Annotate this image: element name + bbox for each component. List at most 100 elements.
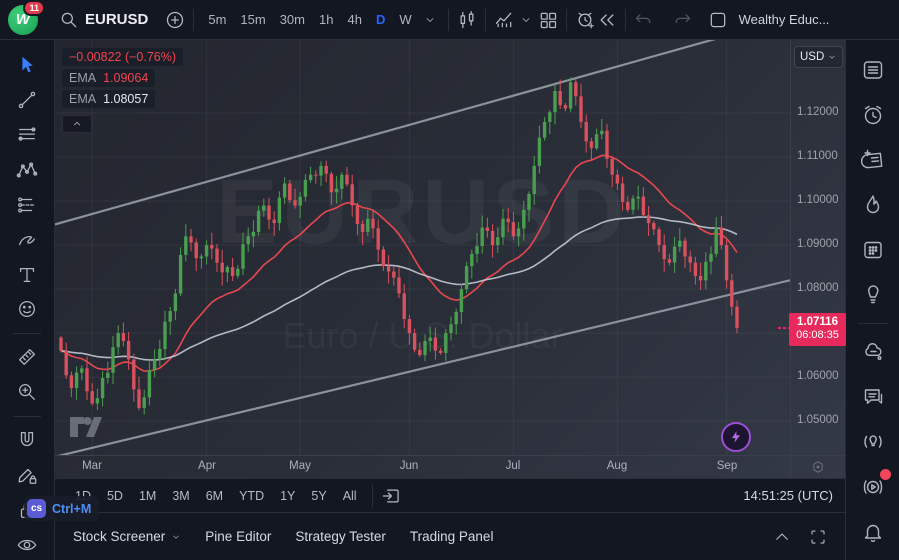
extension-flash-badge[interactable] xyxy=(721,422,751,452)
interval-1d[interactable]: D xyxy=(369,8,392,31)
notifications-bell-icon[interactable] xyxy=(853,512,893,552)
ema-fast-label: EMA xyxy=(69,71,96,85)
interval-15m[interactable]: 15m xyxy=(233,8,272,31)
price-axis[interactable]: USD 1.050001.060001.070001.080001.090001… xyxy=(790,40,845,455)
last-price-value: 1.07116 xyxy=(789,315,846,329)
price-change-row[interactable]: −0.00822 (−0.76%) xyxy=(62,48,183,66)
ema-fast-value: 1.09064 xyxy=(103,71,148,85)
magnet-tool[interactable] xyxy=(8,425,46,456)
xabcd-pattern-tool[interactable] xyxy=(8,155,46,186)
chat-icon[interactable] xyxy=(853,377,893,417)
tab-trading-panel[interactable]: Trading Panel xyxy=(398,523,506,550)
clock-utc[interactable]: 14:51:25 (UTC) xyxy=(743,488,833,503)
ema-fast-row[interactable]: EMA 1.09064 xyxy=(62,69,155,87)
range-6m[interactable]: 6M xyxy=(198,486,231,506)
indicators-icon[interactable] xyxy=(493,9,515,31)
measure-tool[interactable] xyxy=(8,342,46,373)
compare-add-symbol-icon[interactable] xyxy=(164,9,186,31)
live-notification-dot xyxy=(880,469,891,480)
legend-collapse-button[interactable] xyxy=(62,115,92,133)
right-sidebar xyxy=(845,40,899,560)
live-ideas-icon[interactable] xyxy=(853,422,893,462)
divider xyxy=(193,9,194,31)
bar-countdown: 06:08:35 xyxy=(789,329,846,343)
go-to-date-icon[interactable] xyxy=(380,485,402,507)
symbol-search-button[interactable]: EURUSD xyxy=(52,5,154,35)
chart-area[interactable]: EURUSD Euro / U.S. Dollar −0.00822 (−0.7… xyxy=(55,40,845,478)
create-alert-icon[interactable] xyxy=(574,9,596,31)
prediction-tool[interactable] xyxy=(8,189,46,220)
hide-drawings-tool[interactable] xyxy=(8,529,46,560)
month-tick-label: Mar xyxy=(82,460,102,472)
chevron-down-icon xyxy=(171,532,181,542)
search-icon xyxy=(58,9,80,31)
notification-count-badge: 11 xyxy=(23,0,45,16)
journal-icon[interactable] xyxy=(853,140,893,180)
currency-selector[interactable]: USD xyxy=(794,46,843,68)
alerts-clock-icon[interactable] xyxy=(853,95,893,135)
save-layout-icon[interactable] xyxy=(707,9,729,31)
divider xyxy=(625,9,626,31)
interval-menu-chevron-icon[interactable] xyxy=(419,9,441,31)
brush-tool[interactable] xyxy=(8,224,46,255)
axis-settings-corner[interactable] xyxy=(790,455,845,478)
range-5d[interactable]: 5D xyxy=(99,486,131,506)
currency-label: USD xyxy=(800,51,824,63)
month-tick-label: Jun xyxy=(400,460,419,472)
streams-icon[interactable] xyxy=(853,467,893,507)
undo-icon[interactable] xyxy=(633,9,655,31)
layout-name[interactable]: Wealthy Educ... xyxy=(739,12,830,27)
interval-1h[interactable]: 1h xyxy=(312,8,340,31)
bottom-panel-tabs: Stock Screener Pine Editor Strategy Test… xyxy=(55,512,845,560)
divider xyxy=(13,416,41,417)
tab-strategy-tester[interactable]: Strategy Tester xyxy=(283,523,398,550)
range-1y[interactable]: 1Y xyxy=(272,486,303,506)
layout-grid-icon[interactable] xyxy=(537,9,559,31)
tab-pine-editor[interactable]: Pine Editor xyxy=(193,523,283,550)
hotlists-flame-icon[interactable] xyxy=(853,185,893,225)
divider xyxy=(858,323,888,324)
redo-icon[interactable] xyxy=(671,9,693,31)
panel-collapse-chevron-icon[interactable] xyxy=(771,526,793,548)
month-tick-label: Apr xyxy=(198,460,216,472)
minds-cloud-icon[interactable] xyxy=(853,332,893,372)
emoji-tool[interactable] xyxy=(8,294,46,325)
range-all[interactable]: All xyxy=(335,486,365,506)
interval-4h[interactable]: 4h xyxy=(340,8,368,31)
ema-slow-label: EMA xyxy=(69,92,96,106)
interval-1w[interactable]: W xyxy=(392,8,418,31)
indicators-menu-chevron-icon[interactable] xyxy=(515,9,537,31)
top-toolbar: W 11 EURUSD 5m 15m 30m 1h 4h D W xyxy=(0,0,899,40)
range-1m[interactable]: 1M xyxy=(131,486,164,506)
cursor-tool[interactable] xyxy=(8,50,46,81)
range-ytd[interactable]: YTD xyxy=(231,486,272,506)
fib-retracement-tool[interactable] xyxy=(8,120,46,151)
tab-stock-screener[interactable]: Stock Screener xyxy=(61,523,193,550)
chart-style-candles-icon[interactable] xyxy=(456,9,478,31)
gear-icon xyxy=(807,456,829,478)
price-tick-label: 1.11000 xyxy=(797,150,838,162)
drawing-lock-tool[interactable] xyxy=(8,459,46,490)
ema-slow-row[interactable]: EMA 1.08057 xyxy=(62,90,155,108)
zoom-in-tool[interactable] xyxy=(8,377,46,408)
time-axis[interactable]: MarAprMayJunJulAugSep xyxy=(55,455,790,478)
tab-label: Strategy Tester xyxy=(295,529,386,544)
price-tick-label: 1.12000 xyxy=(797,106,839,118)
tab-label: Stock Screener xyxy=(73,529,165,544)
broker-logo[interactable]: W 11 xyxy=(8,5,38,35)
price-tick-label: 1.10000 xyxy=(797,194,839,206)
range-3m[interactable]: 3M xyxy=(164,486,197,506)
interval-5m[interactable]: 5m xyxy=(201,8,233,31)
tradingview-app: W 11 EURUSD 5m 15m 30m 1h 4h D W xyxy=(0,0,899,560)
interval-30m[interactable]: 30m xyxy=(273,8,312,31)
fullscreen-icon[interactable] xyxy=(807,526,829,548)
trend-line-tool[interactable] xyxy=(8,85,46,116)
text-tool[interactable] xyxy=(8,259,46,290)
price-tick-label: 1.06000 xyxy=(797,370,839,382)
bar-replay-icon[interactable] xyxy=(596,9,618,31)
ideas-lightbulb-icon[interactable] xyxy=(853,275,893,315)
cs-extension-badge: cs xyxy=(27,499,46,518)
range-5y[interactable]: 5Y xyxy=(303,486,334,506)
watchlist-icon[interactable] xyxy=(853,50,893,90)
calendar-icon[interactable] xyxy=(853,230,893,270)
